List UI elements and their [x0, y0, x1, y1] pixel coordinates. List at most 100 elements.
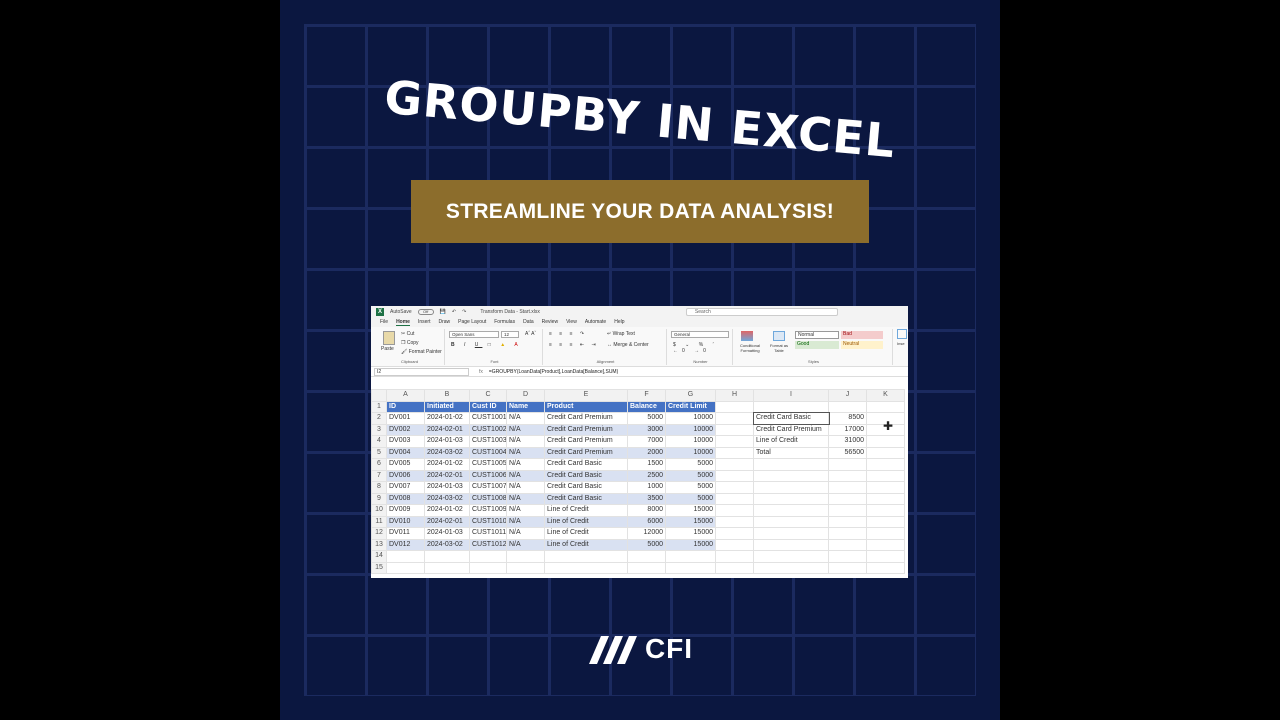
table-cell[interactable]: CUST1001: [469, 412, 507, 425]
fx-label[interactable]: fx: [479, 369, 483, 375]
style-neutral[interactable]: Neutral: [841, 341, 883, 349]
style-good[interactable]: Good: [795, 341, 839, 349]
row-header[interactable]: 10: [371, 504, 387, 517]
grid-cell[interactable]: [866, 504, 905, 517]
table-cell[interactable]: 5000: [627, 412, 666, 425]
table-cell[interactable]: DV004: [386, 446, 425, 459]
grid-cell[interactable]: [715, 412, 754, 425]
align-top-icons[interactable]: ≡ ≡ ≡ ↷: [549, 331, 587, 337]
grid-cell[interactable]: [828, 561, 867, 574]
groupby-sum-cell[interactable]: 8500: [828, 412, 867, 425]
column-header[interactable]: A: [386, 389, 425, 402]
grid-cell[interactable]: [506, 561, 545, 574]
grid-cell[interactable]: [753, 515, 829, 528]
table-cell[interactable]: 10000: [665, 423, 716, 436]
groupby-product-cell[interactable]: Line of Credit: [753, 435, 829, 448]
grid-cell[interactable]: [469, 550, 507, 563]
column-header[interactable]: J: [828, 389, 867, 402]
column-header[interactable]: C: [469, 389, 507, 402]
grid-cell[interactable]: [866, 435, 905, 448]
table-cell[interactable]: DV001: [386, 412, 425, 425]
grid-cell[interactable]: [715, 538, 754, 551]
table-cell[interactable]: Line of Credit: [544, 527, 628, 540]
grid-cell[interactable]: [828, 469, 867, 482]
table-cell[interactable]: N/A: [506, 423, 545, 436]
grid-cell[interactable]: [828, 481, 867, 494]
groupby-product-cell[interactable]: Credit Card Basic: [752, 411, 830, 425]
table-cell[interactable]: 15000: [665, 515, 716, 528]
table-cell[interactable]: Credit Card Basic: [544, 492, 628, 505]
table-cell[interactable]: N/A: [506, 492, 545, 505]
grid-cell[interactable]: [715, 458, 754, 471]
table-cell[interactable]: 2024-03-02: [424, 492, 470, 505]
grid-cell[interactable]: [866, 538, 905, 551]
row-header[interactable]: 5: [371, 446, 387, 459]
grid-cell[interactable]: [715, 504, 754, 517]
table-cell[interactable]: 5000: [665, 481, 716, 494]
table-cell[interactable]: Line of Credit: [544, 538, 628, 551]
autosave-toggle[interactable]: Off: [417, 308, 434, 315]
grid-cell[interactable]: [424, 561, 470, 574]
row-header[interactable]: 9: [371, 492, 387, 505]
table-cell[interactable]: DV010: [386, 515, 425, 528]
table-cell[interactable]: N/A: [506, 446, 545, 459]
grid-cell[interactable]: [866, 550, 905, 563]
table-header-cell[interactable]: Cust ID: [469, 400, 507, 413]
table-cell[interactable]: CUST1003: [469, 435, 507, 448]
table-cell[interactable]: DV002: [386, 423, 425, 436]
table-cell[interactable]: 2024-02-01: [424, 469, 470, 482]
table-cell[interactable]: DV007: [386, 481, 425, 494]
groupby-product-cell[interactable]: Total: [753, 446, 829, 459]
table-cell[interactable]: DV005: [386, 458, 425, 471]
table-cell[interactable]: 5000: [665, 469, 716, 482]
table-header-cell[interactable]: Credit Limit: [665, 400, 716, 413]
grid-cell[interactable]: [753, 527, 829, 540]
grid-cell[interactable]: [627, 550, 666, 563]
grid-cell[interactable]: [866, 492, 905, 505]
worksheet[interactable]: A B C D E F G H I J K 1 ID Initiated Cust ID Name Produc…: [371, 389, 908, 578]
table-cell[interactable]: N/A: [506, 458, 545, 471]
grid-cell[interactable]: [866, 515, 905, 528]
format-as-table-button[interactable]: Format as Table: [767, 343, 791, 353]
table-cell[interactable]: 5000: [665, 492, 716, 505]
table-cell[interactable]: N/A: [506, 412, 545, 425]
font-grow-icon[interactable]: Aˆ Aˇ: [525, 331, 536, 337]
conditional-formatting-icon[interactable]: [741, 331, 753, 341]
grid-cell[interactable]: [828, 504, 867, 517]
table-header-cell[interactable]: Balance: [627, 400, 666, 413]
row-header[interactable]: 14: [371, 550, 387, 563]
table-cell[interactable]: 2024-03-02: [424, 446, 470, 459]
table-cell[interactable]: CUST1009: [469, 504, 507, 517]
format-as-table-icon[interactable]: [773, 331, 785, 341]
search-input[interactable]: Search: [685, 307, 838, 316]
row-header[interactable]: 1: [371, 400, 387, 413]
grid-cell[interactable]: [424, 550, 470, 563]
grid-cell[interactable]: [753, 492, 829, 505]
table-header-cell[interactable]: Initiated: [424, 400, 470, 413]
table-header-cell[interactable]: Name: [506, 400, 545, 413]
save-icon[interactable]: 💾: [440, 309, 446, 315]
conditional-formatting-button[interactable]: Conditional Formatting: [735, 343, 765, 353]
insert-button[interactable]: Inse: [897, 341, 905, 346]
grid-cell[interactable]: [715, 561, 754, 574]
grid-cell[interactable]: [753, 400, 829, 413]
table-cell[interactable]: CUST1005: [469, 458, 507, 471]
table-cell[interactable]: CUST1008: [469, 492, 507, 505]
table-cell[interactable]: 2024-01-03: [424, 435, 470, 448]
table-cell[interactable]: 3000: [627, 423, 666, 436]
table-cell[interactable]: Line of Credit: [544, 504, 628, 517]
paste-icon[interactable]: [383, 331, 395, 345]
redo-icon[interactable]: ↷: [462, 309, 466, 315]
row-header[interactable]: 11: [371, 515, 387, 528]
grid-cell[interactable]: [866, 469, 905, 482]
tab-formulas[interactable]: Formulas: [494, 319, 515, 325]
number-format-icons[interactable]: $ ⌄ % ′ ←0 →0: [673, 342, 732, 354]
table-cell[interactable]: 2024-01-03: [424, 481, 470, 494]
table-cell[interactable]: 5000: [665, 458, 716, 471]
grid-cell[interactable]: [753, 550, 829, 563]
table-cell[interactable]: Credit Card Premium: [544, 446, 628, 459]
table-cell[interactable]: DV008: [386, 492, 425, 505]
grid-cell[interactable]: [866, 458, 905, 471]
grid-cell[interactable]: [715, 492, 754, 505]
table-cell[interactable]: Credit Card Premium: [544, 435, 628, 448]
